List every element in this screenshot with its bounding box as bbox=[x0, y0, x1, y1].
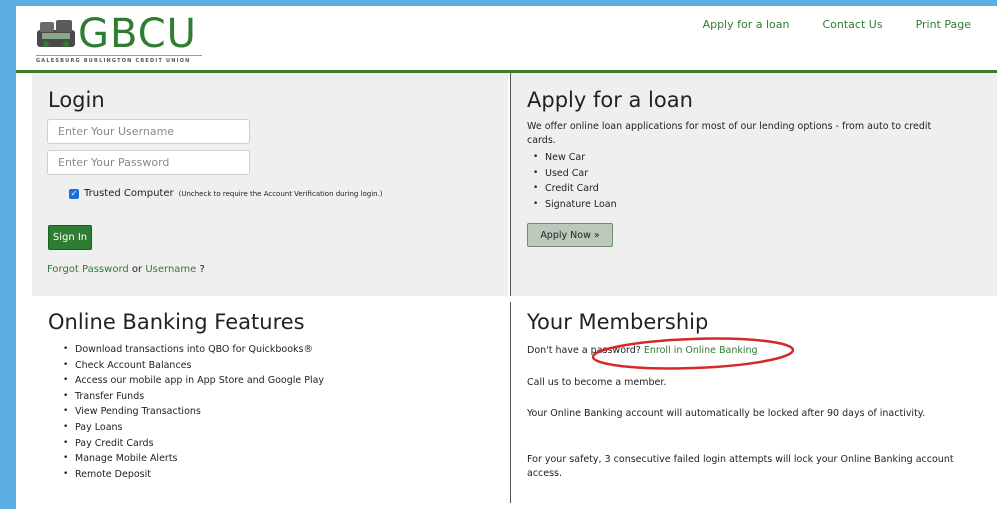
loan-title: Apply for a loan bbox=[527, 88, 693, 112]
list-item: Transfer Funds bbox=[55, 389, 324, 405]
apply-now-button[interactable]: Apply Now » bbox=[527, 223, 613, 247]
list-item: Manage Mobile Alerts bbox=[55, 451, 324, 467]
no-password-text: Don't have a password? bbox=[527, 345, 641, 356]
logo-tagline: GALESBURG BURLINGTON CREDIT UNION bbox=[36, 58, 191, 64]
features-title: Online Banking Features bbox=[48, 310, 305, 334]
safety-notice-text: For your safety, 3 consecutive failed lo… bbox=[527, 454, 954, 479]
trusted-label: Trusted Computer bbox=[84, 188, 174, 199]
gbcu-logo[interactable]: GBCU GALESBURG BURLINGTON CREDIT UNION bbox=[36, 11, 206, 64]
question-mark: ? bbox=[199, 264, 205, 275]
list-item: Download transactions into QBO for Quick… bbox=[55, 342, 324, 358]
password-input[interactable] bbox=[47, 150, 250, 175]
membership-title: Your Membership bbox=[527, 310, 709, 334]
list-item: Pay Credit Cards bbox=[55, 436, 324, 452]
list-item: Credit Card bbox=[525, 181, 617, 197]
list-item: Remote Deposit bbox=[55, 467, 324, 483]
or-text: or bbox=[131, 264, 143, 275]
list-item: Pay Loans bbox=[55, 420, 324, 436]
list-item: Access our mobile app in App Store and G… bbox=[55, 373, 324, 389]
nav-apply-link[interactable]: Apply for a loan bbox=[703, 18, 790, 31]
sign-in-button[interactable]: Sign In bbox=[48, 225, 92, 250]
trusted-note: (Uncheck to require the Account Verifica… bbox=[178, 189, 383, 198]
no-password-line: Don't have a password? Enroll in Online … bbox=[527, 344, 957, 358]
nav-print-link[interactable]: Print Page bbox=[916, 18, 971, 31]
header: GBCU GALESBURG BURLINGTON CREDIT UNION A… bbox=[16, 6, 997, 73]
call-member-text: Call us to become a member. bbox=[527, 377, 667, 388]
logo-text: GBCU bbox=[78, 11, 197, 57]
forgot-credentials: Forgot Password or Username ? bbox=[47, 264, 205, 275]
loan-description: We offer online loan applications for mo… bbox=[527, 121, 932, 146]
divider-gap bbox=[510, 296, 511, 302]
login-title: Login bbox=[48, 88, 105, 112]
forgot-username-link[interactable]: Username bbox=[145, 264, 196, 275]
top-nav: Apply for a loan Contact Us Print Page bbox=[703, 18, 971, 31]
list-item: View Pending Transactions bbox=[55, 404, 324, 420]
column-divider bbox=[510, 73, 511, 503]
trusted-computer: ✓ Trusted Computer (Uncheck to require t… bbox=[69, 188, 383, 199]
logo-divider bbox=[36, 55, 202, 56]
list-item: Used Car bbox=[525, 166, 617, 182]
username-input[interactable] bbox=[47, 119, 250, 144]
enroll-online-banking-link[interactable]: Enroll in Online Banking bbox=[644, 345, 758, 356]
loan-types-list: New Car Used Car Credit Card Signature L… bbox=[525, 150, 617, 212]
list-item: New Car bbox=[525, 150, 617, 166]
lock-notice-text: Your Online Banking account will automat… bbox=[527, 408, 926, 419]
features-list: Download transactions into QBO for Quick… bbox=[55, 342, 324, 482]
logo-emblem-icon bbox=[37, 20, 75, 47]
forgot-password-link[interactable]: Forgot Password bbox=[47, 264, 129, 275]
trusted-checkbox[interactable]: ✓ bbox=[69, 188, 79, 199]
nav-contact-link[interactable]: Contact Us bbox=[822, 18, 882, 31]
list-item: Check Account Balances bbox=[55, 358, 324, 374]
list-item: Signature Loan bbox=[525, 197, 617, 213]
